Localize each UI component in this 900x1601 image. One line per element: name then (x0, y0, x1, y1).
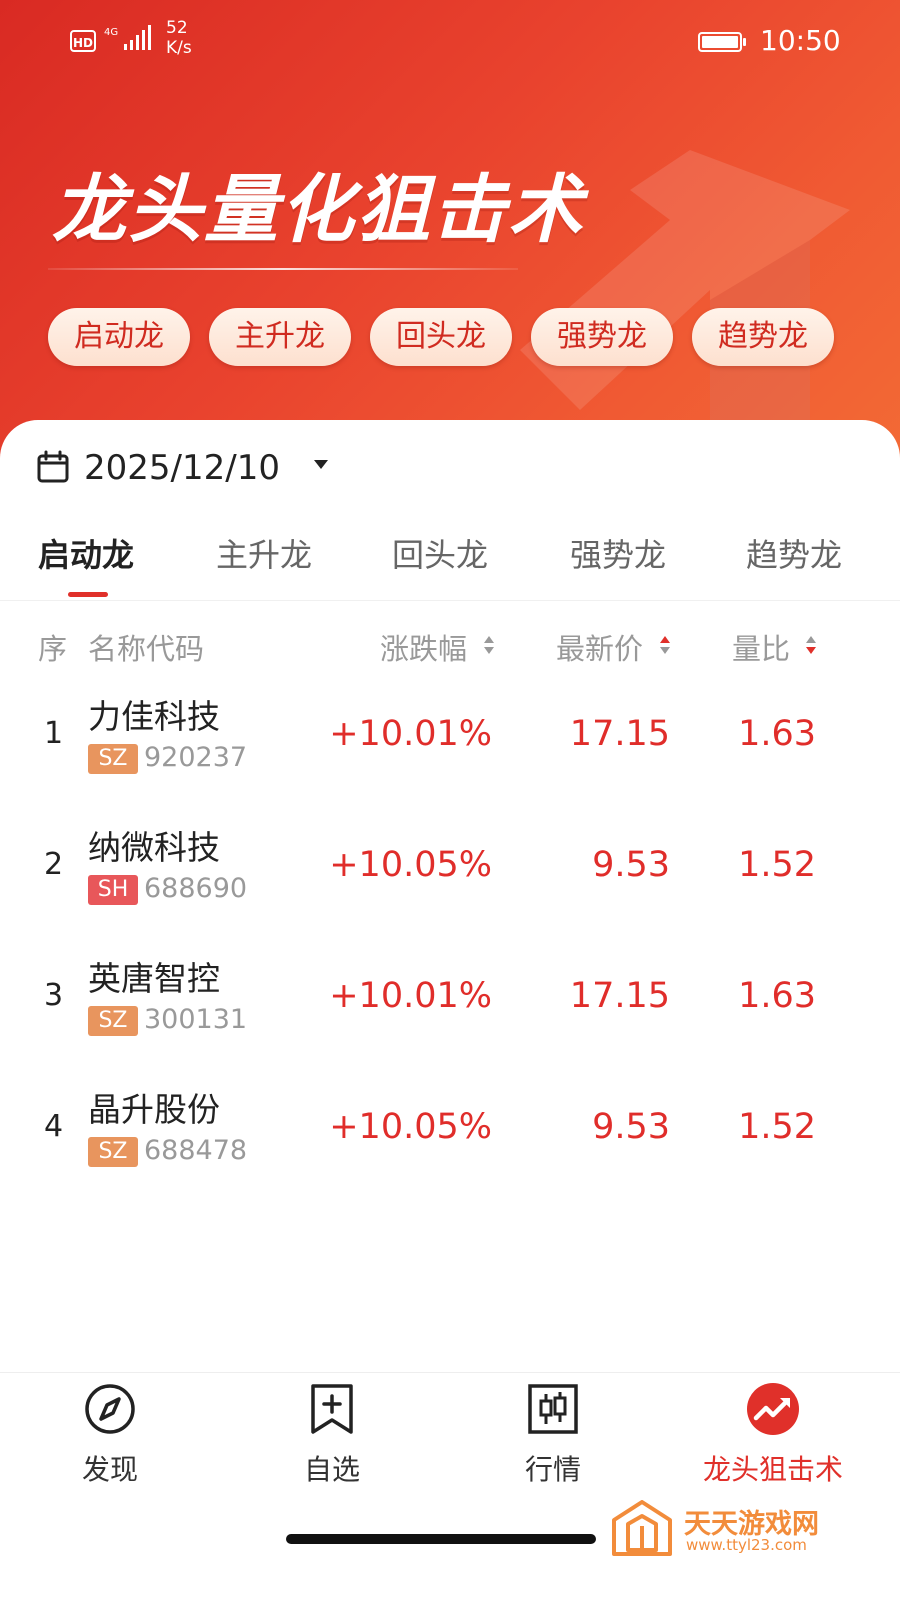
header-index: 序 (38, 632, 68, 666)
header-name-code: 名称代码 (88, 632, 205, 666)
active-tab-indicator (68, 592, 108, 597)
chevron-down-icon[interactable] (314, 460, 328, 469)
nav-label: 自选 (303, 1453, 360, 1486)
row-index: 2 (44, 847, 64, 882)
stock-code: 300131 (144, 1004, 248, 1035)
chip-qiangshilong[interactable]: 强势龙 (531, 308, 673, 366)
nav-item-market[interactable]: 行情 (463, 1380, 643, 1490)
bookmark-add-icon (311, 1384, 353, 1434)
tab-huitoulong[interactable]: 回头龙 (392, 530, 488, 576)
volume-ratio: 1.52 (738, 1107, 816, 1147)
nav-item-dragon-sniper[interactable]: 龙头狙击术 (683, 1380, 863, 1490)
nav-label: 行情 (524, 1453, 581, 1486)
market-badge: SZ (88, 744, 138, 774)
house-logo-icon (612, 1500, 672, 1556)
calendar-icon (37, 450, 69, 483)
signal-icon: 4G (104, 25, 151, 50)
trend-arrow-icon (747, 1383, 799, 1435)
hero-divider (48, 268, 518, 270)
chip-qushilong[interactable]: 趋势龙 (692, 308, 834, 366)
change-pct: +10.05% (329, 1107, 492, 1147)
tab-qidonglong[interactable]: 启动龙 (38, 530, 134, 576)
hd-indicator: HD (70, 30, 96, 52)
header-latest-price[interactable]: 最新价 (556, 626, 643, 668)
volume-ratio: 1.63 (738, 714, 816, 754)
sort-icon[interactable] (659, 634, 671, 656)
row-index: 3 (44, 978, 64, 1013)
battery-icon (698, 32, 746, 52)
hero-banner: HD 4G 52 K/s 10:50 龙头量化狙击术 启动龙 主升龙 回头龙 强… (0, 0, 900, 470)
row-index: 1 (44, 716, 64, 751)
stock-name: 英唐智控 (88, 959, 220, 998)
latest-price: 9.53 (592, 1107, 670, 1147)
category-tabs: 启动龙 主升龙 回头龙 强势龙 趋势龙 (0, 530, 900, 601)
network-speed: 52 K/s (166, 18, 192, 58)
sort-icon[interactable] (805, 634, 817, 656)
market-badge: SH (88, 875, 138, 905)
stock-name: 晶升股份 (88, 1090, 220, 1129)
tab-qushilong[interactable]: 趋势龙 (746, 530, 842, 576)
sort-icon[interactable] (483, 634, 495, 656)
nav-item-watchlist[interactable]: 自选 (242, 1380, 422, 1490)
latest-price: 9.53 (592, 845, 670, 885)
status-time: 10:50 (760, 24, 841, 57)
stock-code: 688478 (144, 1135, 248, 1166)
chip-zhushenglong[interactable]: 主升龙 (209, 308, 351, 366)
tab-qiangshilong[interactable]: 强势龙 (570, 530, 666, 576)
stock-code: 688690 (144, 873, 248, 904)
latest-price: 17.15 (569, 714, 670, 754)
status-bar: HD 4G 52 K/s 10:50 (0, 0, 900, 82)
compass-icon (85, 1384, 135, 1434)
change-pct: +10.01% (329, 714, 492, 754)
stock-name: 力佳科技 (88, 697, 220, 736)
stock-code: 920237 (144, 742, 248, 773)
nav-label: 发现 (81, 1453, 138, 1486)
svg-text:4G: 4G (104, 27, 118, 38)
row-index: 4 (44, 1109, 64, 1144)
hero-title: 龙头量化狙击术 (52, 167, 584, 253)
watermark-url: www.ttyl23.com (686, 1536, 807, 1554)
market-badge: SZ (88, 1006, 138, 1036)
nav-item-discover[interactable]: 发现 (20, 1380, 200, 1490)
header-volume-ratio[interactable]: 量比 (732, 626, 790, 668)
home-indicator[interactable] (286, 1534, 596, 1544)
latest-price: 17.15 (569, 976, 670, 1016)
market-badge: SZ (88, 1137, 138, 1167)
nav-label: 龙头狙击术 (702, 1453, 843, 1486)
header-change-pct[interactable]: 涨跌幅 (380, 626, 467, 668)
candlestick-icon (528, 1384, 578, 1434)
tab-zhushenglong[interactable]: 主升龙 (216, 530, 312, 576)
change-pct: +10.05% (329, 845, 492, 885)
volume-ratio: 1.63 (738, 976, 816, 1016)
volume-ratio: 1.52 (738, 845, 816, 885)
chip-huitoulong[interactable]: 回头龙 (370, 308, 512, 366)
date-value: 2025/12/10 (84, 448, 280, 488)
stock-name: 纳微科技 (88, 828, 220, 867)
chip-qidonglong[interactable]: 启动龙 (48, 308, 190, 366)
watermark: 天天游戏网 www.ttyl23.com (612, 1500, 852, 1560)
change-pct: +10.01% (329, 976, 492, 1016)
